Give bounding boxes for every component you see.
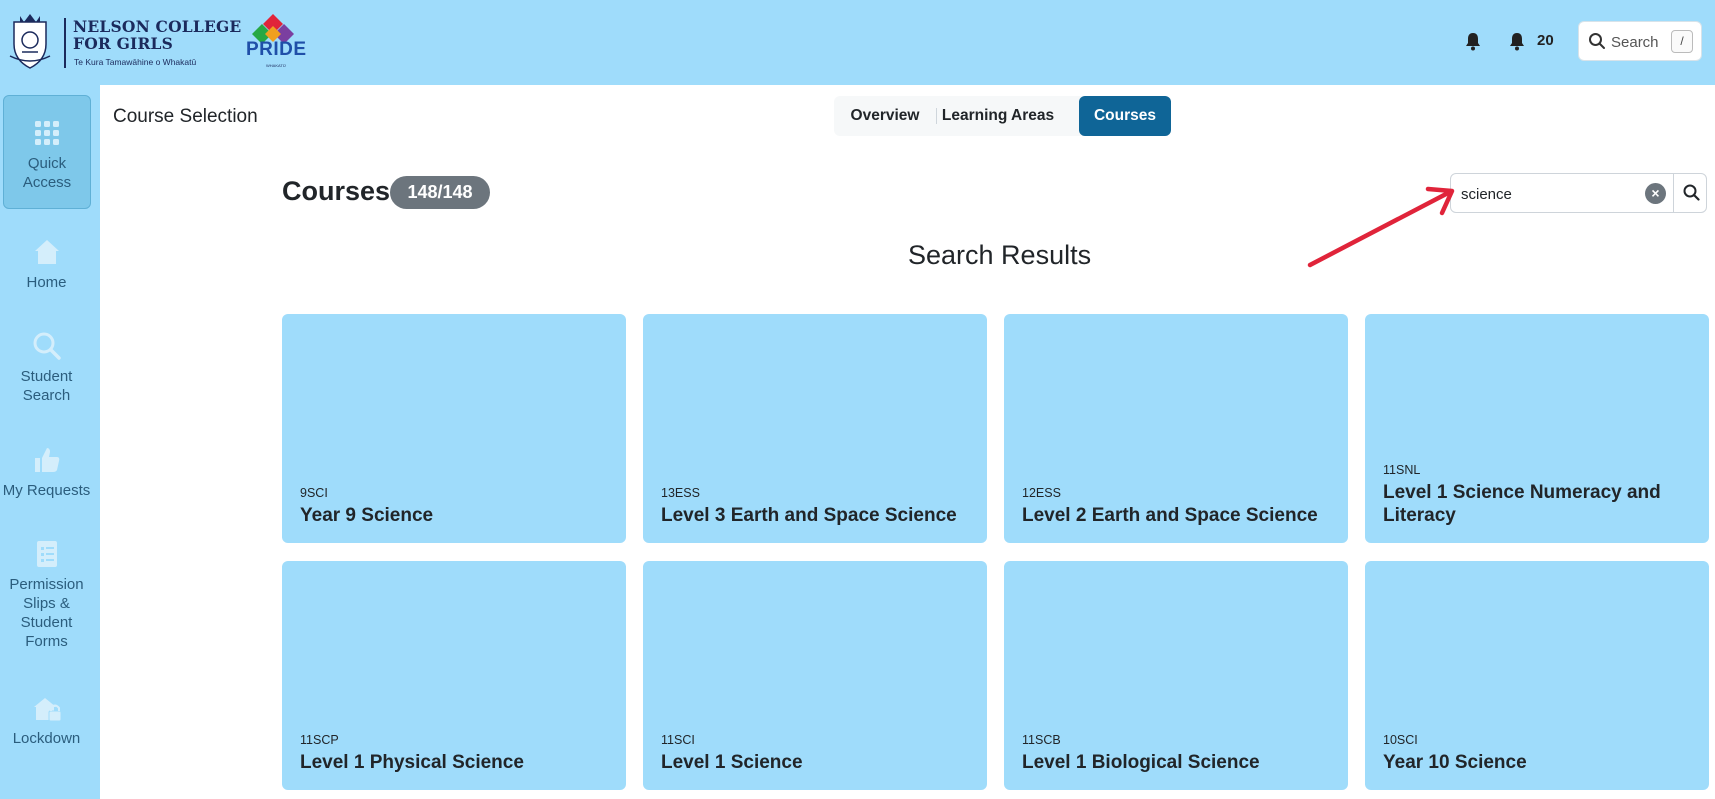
sidebar-item-label: Lockdown	[12, 730, 81, 747]
sidebar-item-permission-slips[interactable]: Permission Slips & Student Forms	[0, 539, 93, 651]
school-name-line2: FOR GIRLS	[73, 34, 174, 53]
school-name[interactable]: NELSON COLLEGE FOR GIRLS	[73, 18, 241, 52]
lockdown-icon	[33, 698, 61, 722]
school-crest-logo[interactable]	[8, 12, 52, 70]
search-icon	[33, 332, 61, 360]
course-name: Level 1 Biological Science	[1022, 752, 1260, 773]
sidebar-item-label: Home	[26, 274, 67, 291]
school-name-line1: NELSON COLLEGE	[73, 17, 242, 36]
logo-divider	[64, 18, 66, 68]
school-subtitle: Te Kura Tamawāhine o Whakatū	[74, 57, 197, 67]
search-icon	[1589, 33, 1605, 49]
course-code: 10SCI	[1383, 733, 1418, 747]
sidebar-item-lockdown[interactable]: Lockdown	[0, 693, 93, 748]
form-icon	[36, 541, 57, 567]
sidebar-item-my-requests[interactable]: My Requests	[0, 445, 93, 500]
sidebar-item-home[interactable]: Home	[0, 237, 93, 292]
pride-logo-text: PRIDE	[246, 39, 307, 60]
annotation-arrow-icon	[1307, 186, 1455, 268]
course-card[interactable]: 11SCP Level 1 Physical Science	[282, 561, 626, 790]
course-card[interactable]: 11SNL Level 1 Science Numeracy and Liter…	[1365, 314, 1709, 543]
home-icon	[34, 240, 59, 264]
course-card[interactable]: 10SCI Year 10 Science	[1365, 561, 1709, 790]
tab-learning-areas[interactable]: Learning Areas	[937, 96, 1059, 136]
notification-count[interactable]: 20	[1537, 32, 1554, 49]
course-name: Level 1 Science	[661, 752, 803, 773]
course-code: 11SCI	[661, 733, 695, 747]
tab-overview[interactable]: Overview	[834, 96, 936, 136]
course-card[interactable]: 13ESS Level 3 Earth and Space Science	[643, 314, 987, 543]
course-name: Year 10 Science	[1383, 752, 1527, 773]
global-search-label: Search	[1611, 34, 1659, 51]
course-code: 13ESS	[661, 486, 700, 500]
tab-courses[interactable]: Courses	[1079, 96, 1171, 136]
sidebar-item-label: Permission Slips & Student Forms	[9, 576, 84, 650]
sidebar: Quick Access Home Student Search My Requ…	[0, 85, 100, 799]
sidebar-item-student-search[interactable]: Student Search	[0, 331, 93, 405]
course-search-box: ×	[1450, 173, 1707, 213]
course-code: 9SCI	[300, 486, 328, 500]
search-shortcut-key: /	[1671, 30, 1693, 53]
course-search-input[interactable]	[1461, 182, 1641, 206]
course-name: Level 1 Physical Science	[300, 752, 524, 773]
view-tabs: Overview Learning Areas Courses	[834, 96, 1171, 136]
sidebar-item-label: Student Search	[20, 368, 73, 404]
course-code: 11SNL	[1383, 463, 1421, 477]
sidebar-item-label: My Requests	[2, 482, 91, 499]
course-card[interactable]: 9SCI Year 9 Science	[282, 314, 626, 543]
course-count-badge: 148/148	[390, 176, 490, 209]
search-icon	[1683, 184, 1700, 201]
course-name: Level 3 Earth and Space Science	[661, 505, 957, 526]
sidebar-item-label: Quick Access	[22, 155, 72, 191]
page-title: Course Selection	[113, 106, 258, 127]
course-name: Year 9 Science	[300, 505, 434, 526]
course-code: 12ESS	[1022, 486, 1061, 500]
course-card[interactable]: 11SCB Level 1 Biological Science	[1004, 561, 1348, 790]
course-card[interactable]: 12ESS Level 2 Earth and Space Science	[1004, 314, 1348, 543]
thumbs-up-icon	[34, 448, 59, 472]
course-name: Level 2 Earth and Space Science	[1022, 505, 1318, 526]
courses-heading: Courses	[282, 176, 391, 206]
notifications-bell-icon[interactable]	[1508, 31, 1526, 51]
course-code: 11SCB	[1022, 733, 1061, 747]
top-bar: NELSON COLLEGE FOR GIRLS Te Kura Tamawāh…	[0, 0, 1715, 85]
clear-search-button[interactable]: ×	[1645, 183, 1666, 204]
course-search-button[interactable]	[1673, 173, 1708, 213]
course-name: Level 1 Science Numeracy and Literacy	[1383, 482, 1661, 526]
pride-logo-subtext: WHAKATŪ	[266, 63, 286, 68]
course-code: 11SCP	[300, 733, 339, 747]
course-card[interactable]: 11SCI Level 1 Science	[643, 561, 987, 790]
grid-icon	[35, 121, 59, 145]
bell-icon[interactable]	[1464, 31, 1482, 51]
global-search-button[interactable]: Search /	[1578, 21, 1702, 61]
search-results-heading: Search Results	[908, 240, 1092, 270]
sidebar-item-quick-access[interactable]: Quick Access	[3, 95, 91, 209]
